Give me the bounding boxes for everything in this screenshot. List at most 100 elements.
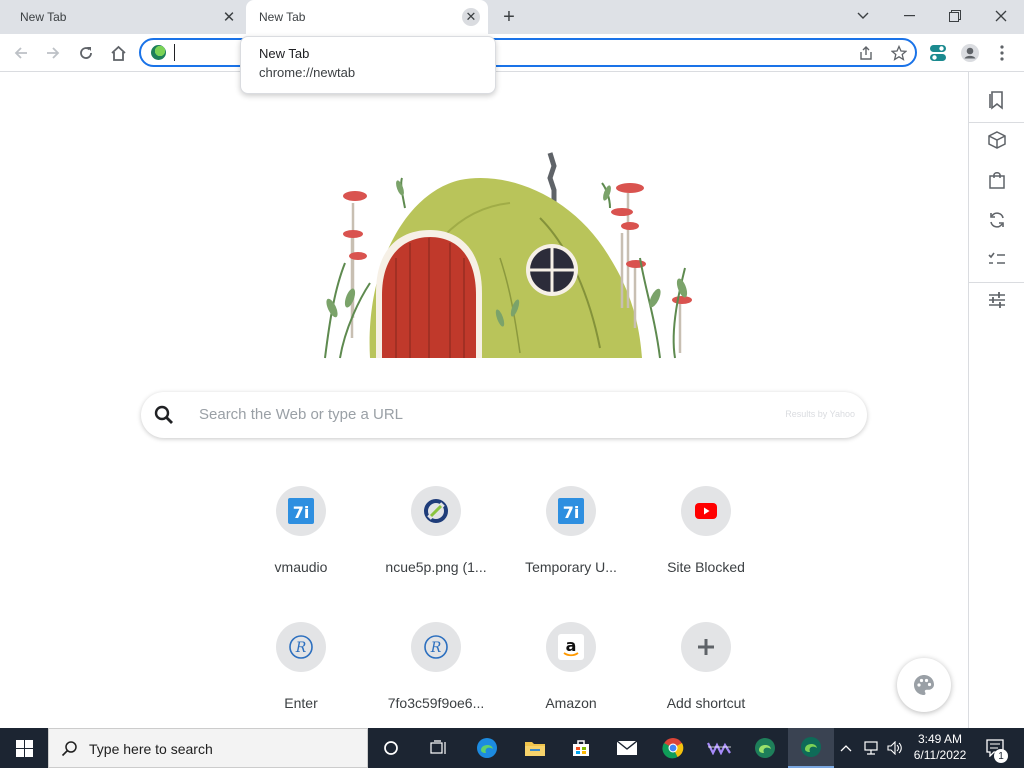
bookmarks-icon[interactable] bbox=[985, 88, 1009, 112]
taskbar-app-wave[interactable] bbox=[696, 728, 742, 768]
timeline-button[interactable] bbox=[416, 728, 462, 768]
shortcut-label: Add shortcut bbox=[666, 695, 746, 711]
shortcut-enter[interactable]: R Enter bbox=[246, 622, 356, 742]
taskbar-search-placeholder: Type here to search bbox=[89, 741, 213, 757]
forward-button[interactable] bbox=[40, 40, 66, 66]
taskbar-date: 6/11/2022 bbox=[913, 748, 967, 762]
show-hidden-icons-button[interactable] bbox=[836, 728, 856, 768]
tab-strip: New Tab ✕ New Tab ✕ + bbox=[0, 0, 1024, 34]
shortcut-label: Site Blocked bbox=[667, 559, 745, 575]
youtube-icon bbox=[681, 486, 731, 536]
customize-theme-button[interactable] bbox=[897, 658, 951, 712]
shortcut-ncue5p[interactable]: ncue5p.png (1... bbox=[381, 486, 491, 606]
shopping-bag-icon[interactable] bbox=[985, 168, 1009, 192]
clock-tray-button[interactable]: 3:49 AM 6/11/2022 bbox=[908, 728, 972, 768]
start-button[interactable] bbox=[0, 728, 48, 768]
task-view-button[interactable] bbox=[368, 728, 414, 768]
tab-new-tab-2-active[interactable]: New Tab ✕ bbox=[246, 0, 488, 34]
back-button[interactable] bbox=[8, 40, 34, 66]
store-bag-icon bbox=[573, 740, 589, 756]
sync-icon[interactable] bbox=[985, 208, 1009, 232]
text-cursor bbox=[174, 44, 175, 61]
taskbar-chrome[interactable] bbox=[650, 728, 696, 768]
taskbar-edge[interactable] bbox=[464, 728, 510, 768]
amazon-icon: a bbox=[546, 622, 596, 672]
checklist-icon[interactable] bbox=[985, 248, 1009, 272]
volume-tray-button[interactable] bbox=[884, 728, 906, 768]
bookmark-star-icon[interactable] bbox=[889, 43, 909, 63]
shortcut-vmaudio[interactable]: 7i vmaudio bbox=[246, 486, 356, 606]
search-icon bbox=[61, 741, 77, 757]
tab-new-tab-1[interactable]: New Tab ✕ bbox=[0, 0, 246, 34]
shortcut-amazon[interactable]: a Amazon bbox=[516, 622, 626, 742]
taskbar-mail[interactable] bbox=[604, 728, 650, 768]
svg-text:R: R bbox=[295, 640, 307, 656]
shortcut-7fo3c59f9oe6[interactable]: R 7fo3c59f9oe6... bbox=[381, 622, 491, 742]
svg-text:7i: 7i bbox=[563, 503, 580, 522]
minimize-button[interactable] bbox=[886, 4, 932, 28]
shortcut-site-blocked[interactable]: Site Blocked bbox=[651, 486, 761, 606]
reload-button[interactable] bbox=[73, 40, 99, 66]
hover-card-title: New Tab bbox=[259, 46, 310, 61]
chrome-icon bbox=[662, 738, 684, 759]
extension-toggle-icon[interactable] bbox=[928, 43, 948, 63]
sidebar-divider bbox=[969, 282, 1024, 283]
web-search-box[interactable]: Search the Web or type a URL Results by … bbox=[141, 392, 867, 438]
tab-title: New Tab bbox=[20, 10, 67, 24]
sidebar-divider bbox=[969, 122, 1024, 123]
box-3d-icon[interactable] bbox=[985, 128, 1009, 152]
task-view-icon bbox=[430, 740, 446, 754]
site-favicon-icon bbox=[151, 45, 166, 60]
search-provider-label: Results by Yahoo bbox=[785, 409, 855, 419]
wave-logo-icon bbox=[707, 742, 731, 755]
hobbit-house-illustration bbox=[324, 152, 692, 359]
close-tab-icon[interactable]: ✕ bbox=[220, 8, 238, 26]
notification-count-badge: 1 bbox=[994, 749, 1008, 763]
share-icon[interactable] bbox=[856, 43, 876, 63]
edge-dev-icon bbox=[801, 737, 821, 757]
taskbar-file-explorer[interactable] bbox=[512, 728, 558, 768]
palette-icon bbox=[914, 675, 934, 695]
close-tab-icon[interactable]: ✕ bbox=[462, 8, 480, 26]
taskbar-edge-active[interactable] bbox=[788, 728, 834, 768]
network-tray-button[interactable] bbox=[860, 728, 882, 768]
windows-logo-icon bbox=[15, 739, 33, 757]
search-icon bbox=[154, 405, 173, 424]
shortcut-label: Temporary U... bbox=[525, 559, 617, 575]
tab-search-icon[interactable] bbox=[840, 4, 886, 28]
sliders-icon[interactable] bbox=[985, 288, 1009, 312]
speaker-icon bbox=[887, 741, 902, 755]
profile-avatar-icon[interactable] bbox=[960, 43, 980, 63]
home-button[interactable] bbox=[105, 40, 131, 66]
network-icon bbox=[864, 741, 878, 755]
taskbar-time: 3:49 AM bbox=[917, 732, 963, 746]
tab-hover-card: New Tab chrome://newtab bbox=[240, 36, 496, 94]
svg-text:7i: 7i bbox=[293, 503, 310, 522]
edge-beta-icon bbox=[755, 738, 775, 758]
tab-title: New Tab bbox=[259, 10, 306, 24]
close-window-button[interactable] bbox=[978, 4, 1024, 28]
shortcut-temporary[interactable]: 7i Temporary U... bbox=[516, 486, 626, 606]
shortcut-label: 7fo3c59f9oe6... bbox=[387, 695, 485, 711]
sidebar bbox=[968, 72, 1024, 728]
restore-button[interactable] bbox=[932, 4, 978, 28]
cortana-circle-icon bbox=[384, 741, 398, 755]
7i-icon: 7i bbox=[546, 486, 596, 536]
taskbar-edge-beta[interactable] bbox=[742, 728, 788, 768]
link-app-icon bbox=[411, 486, 461, 536]
r-logo-icon: R bbox=[276, 622, 326, 672]
mail-envelope-icon bbox=[616, 740, 638, 755]
notifications-button[interactable]: 1 bbox=[976, 728, 1016, 768]
menu-kebab-icon[interactable] bbox=[992, 43, 1012, 63]
folder-icon bbox=[525, 742, 545, 756]
plus-icon bbox=[681, 622, 731, 672]
svg-text:a: a bbox=[566, 636, 577, 655]
taskbar-search-box[interactable]: Type here to search bbox=[48, 728, 368, 768]
taskbar-store[interactable] bbox=[558, 728, 604, 768]
shortcut-label: Enter bbox=[284, 695, 318, 711]
add-shortcut-button[interactable]: Add shortcut bbox=[651, 622, 761, 742]
new-tab-button[interactable]: + bbox=[498, 6, 520, 28]
shortcut-label: Amazon bbox=[545, 695, 597, 711]
edge-icon bbox=[477, 738, 497, 758]
windows-taskbar: Type here to search 3:49 AM 6/11/2022 1 bbox=[0, 728, 1024, 768]
